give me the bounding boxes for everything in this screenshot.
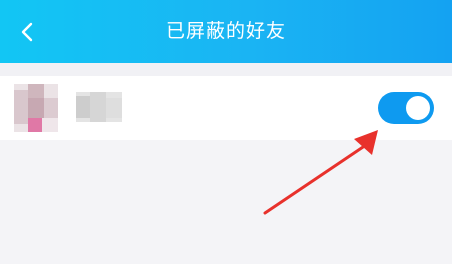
toggle-knob <box>406 96 430 120</box>
page-title: 已屏蔽的好友 <box>165 20 286 42</box>
empty-area <box>0 140 452 264</box>
friend-nickname <box>76 92 122 122</box>
block-toggle-switch[interactable] <box>378 92 434 124</box>
section-gap <box>0 63 452 76</box>
blocked-friend-row <box>0 76 452 140</box>
avatar <box>14 84 58 132</box>
header-bar: 已屏蔽的好友 <box>0 0 452 63</box>
